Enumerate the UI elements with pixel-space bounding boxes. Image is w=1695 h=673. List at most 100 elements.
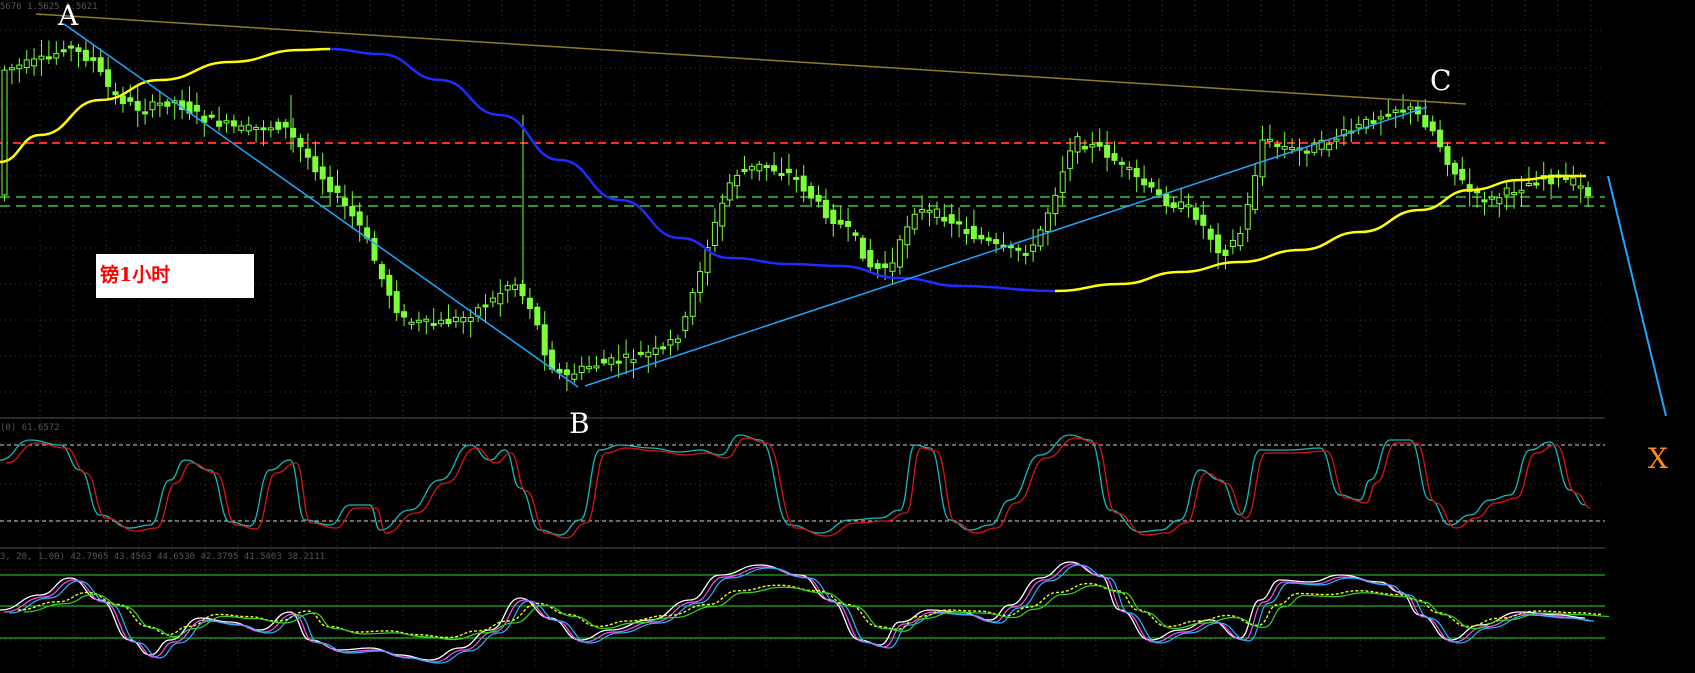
- candle-body: [630, 359, 637, 364]
- candle-body: [1, 69, 8, 196]
- candle-body: [1022, 252, 1029, 256]
- candle-body: [82, 49, 89, 62]
- candle-body: [112, 91, 119, 96]
- candle-body: [956, 221, 963, 225]
- candle-body: [526, 297, 533, 310]
- candle-body: [615, 360, 622, 364]
- candle-body: [1407, 106, 1414, 110]
- price-chart-canvas[interactable]: [0, 0, 1695, 669]
- wave-label-x: X: [1648, 442, 1668, 475]
- candle-body: [53, 53, 60, 59]
- candle-body: [1222, 249, 1229, 257]
- candle-body: [75, 47, 82, 53]
- candle-body: [1207, 228, 1214, 240]
- candle-body: [127, 97, 134, 102]
- kdj-j-line: [8, 564, 1595, 664]
- candle-body: [260, 127, 267, 131]
- candle-body: [830, 209, 837, 224]
- candle-body: [253, 126, 260, 130]
- candle-body: [90, 57, 97, 61]
- candle-body: [874, 263, 881, 269]
- candle-body: [156, 102, 163, 106]
- candle-body: [719, 202, 726, 227]
- wave-line-b-c: [584, 106, 1428, 387]
- candle-body: [1141, 178, 1148, 186]
- candle-body: [741, 168, 748, 172]
- candle-body: [149, 101, 156, 111]
- kdj-d-line: [3, 563, 1590, 663]
- candle-body: [482, 304, 489, 308]
- candle-body: [1015, 247, 1022, 251]
- candle-body: [586, 366, 593, 370]
- kdj-readout: 3, 20, 1.00) 42.7965 43.4563 44.6530 42.…: [0, 552, 326, 562]
- candle-body: [689, 292, 696, 317]
- stochastic-signal-line: [5, 437, 1592, 539]
- candle-body: [1052, 194, 1059, 215]
- candle-body: [623, 353, 630, 358]
- symbol-timeframe-label: 镑1小时: [96, 254, 254, 298]
- candle-body: [1503, 187, 1510, 196]
- candle-body: [1437, 129, 1444, 148]
- candle-body: [23, 59, 30, 69]
- candle-body: [1067, 150, 1074, 169]
- candle-body: [822, 199, 829, 219]
- candle-body: [785, 168, 792, 174]
- candle-body: [889, 262, 896, 272]
- candle-body: [867, 249, 874, 268]
- projection-line-x: [1607, 175, 1667, 417]
- candle-body: [438, 319, 445, 325]
- candle-body: [970, 225, 977, 240]
- candle-body: [1148, 182, 1155, 188]
- candle-body: [845, 221, 852, 227]
- candle-body: [31, 58, 38, 67]
- candle-body: [408, 321, 415, 325]
- candle-body: [1229, 239, 1236, 247]
- candle-body: [319, 166, 326, 180]
- candle-body: [600, 358, 607, 364]
- candle-body: [800, 175, 807, 192]
- candle-body: [1200, 214, 1207, 226]
- candle-body: [904, 226, 911, 246]
- candle-body: [304, 148, 311, 158]
- candle-body: [164, 101, 171, 107]
- candle-body: [926, 209, 933, 213]
- candle-body: [911, 213, 918, 230]
- candle-body: [119, 95, 126, 105]
- candle-body: [386, 274, 393, 296]
- trading-chart-window: 5676 1.5625 1.5621 (0) 61.6572 3, 20, 1.…: [0, 0, 1695, 669]
- candle-body: [1451, 162, 1458, 175]
- candle-body: [423, 318, 430, 322]
- candle-body: [1111, 153, 1118, 161]
- candle-body: [1170, 202, 1177, 208]
- candle-body: [497, 292, 504, 305]
- candle-body: [1488, 196, 1495, 200]
- candle-body: [1044, 212, 1051, 232]
- candle-body: [1525, 183, 1532, 187]
- candle-body: [859, 237, 866, 259]
- candle-body: [837, 219, 844, 225]
- candle-body: [208, 114, 215, 118]
- candle-body: [349, 206, 356, 217]
- candle-body: [1377, 116, 1384, 120]
- candle-body: [1096, 142, 1103, 147]
- candle-body: [896, 239, 903, 268]
- candle-body: [1215, 234, 1222, 254]
- candle-body: [1400, 109, 1407, 113]
- candle-body: [378, 264, 385, 280]
- candle-body: [1496, 197, 1503, 205]
- candle-body: [282, 121, 289, 128]
- candle-body: [1474, 190, 1481, 194]
- candle-body: [401, 311, 408, 318]
- candle-body: [608, 357, 615, 365]
- candle-body: [8, 67, 15, 71]
- candle-body: [415, 319, 422, 323]
- candle-body: [563, 369, 570, 376]
- candle-body: [645, 351, 652, 358]
- candle-body: [1192, 207, 1199, 220]
- candle-body: [312, 156, 319, 173]
- candle-body: [667, 339, 674, 346]
- candle-body: [193, 104, 200, 112]
- moving-average-blue: [329, 47, 1056, 293]
- candle-body: [1444, 146, 1451, 165]
- candle-body: [1252, 175, 1259, 210]
